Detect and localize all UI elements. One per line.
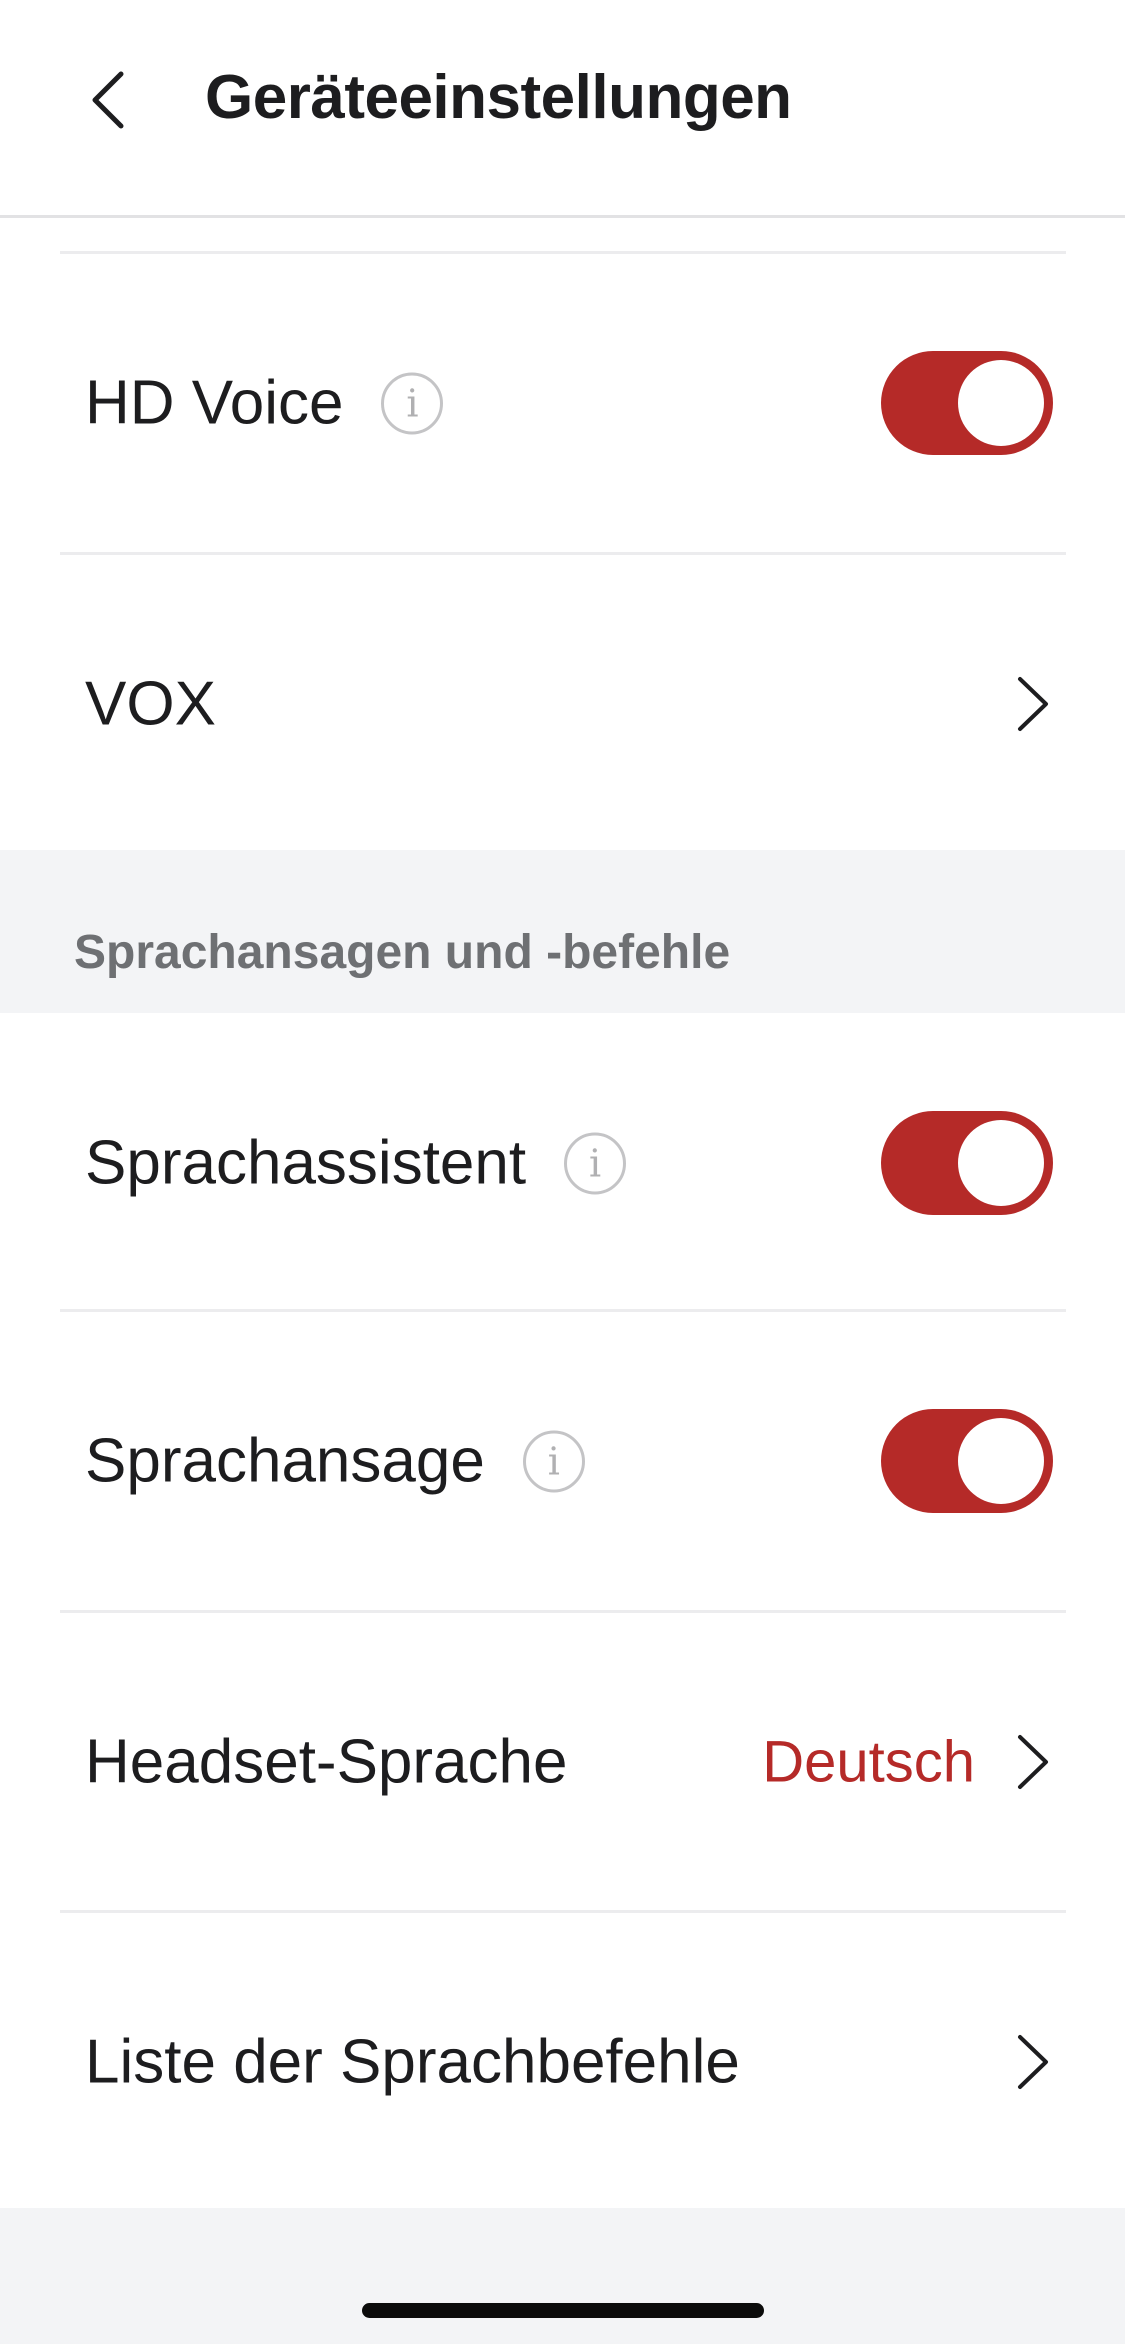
sprachbefehle-chevron	[1013, 2032, 1053, 2092]
chevron-right-icon	[1018, 1735, 1048, 1789]
sprachansage-toggle[interactable]	[881, 1409, 1053, 1513]
setting-label-sprachassistent: Sprachassistent i	[85, 1128, 627, 1199]
setting-row-sprachbefehle[interactable]: Liste der Sprachbefehle	[0, 1912, 1125, 2212]
headset-sprache-value: Deutsch	[762, 1729, 975, 1795]
setting-row-hd-voice: HD Voice i	[0, 253, 1125, 553]
sprachassistent-label: Sprachassistent	[85, 1128, 527, 1198]
chevron-right-icon	[1018, 677, 1048, 731]
settings-section-voice: Sprachassistent i Sprachansage i Headset…	[0, 1013, 1125, 2208]
home-indicator[interactable]	[362, 2303, 764, 2318]
info-icon[interactable]: i	[522, 1430, 585, 1492]
back-button[interactable]	[74, 60, 144, 140]
toggle-knob	[958, 1120, 1044, 1206]
vox-label: VOX	[85, 669, 216, 739]
info-icon[interactable]: i	[564, 1132, 627, 1194]
hd-voice-label: HD Voice	[85, 368, 344, 438]
settings-section-top: HD Voice i VOX	[0, 218, 1125, 850]
setting-label-vox: VOX	[85, 669, 216, 740]
setting-row-sprachassistent: Sprachassistent i	[0, 1013, 1125, 1313]
section-header-voice: Sprachansagen und -befehle	[74, 926, 731, 979]
sprachbefehle-label: Liste der Sprachbefehle	[85, 2027, 740, 2097]
chevron-left-icon	[92, 71, 124, 129]
setting-row-headset-sprache[interactable]: Headset-Sprache Deutsch	[0, 1612, 1125, 1912]
setting-row-sprachansage: Sprachansage i	[0, 1311, 1125, 1611]
headset-sprache-label: Headset-Sprache	[85, 1727, 568, 1797]
headset-sprache-chevron	[1013, 1732, 1053, 1792]
setting-label-sprachbefehle: Liste der Sprachbefehle	[85, 2027, 740, 2098]
page-title: Geräteeinstellungen	[205, 63, 792, 132]
chevron-right-icon	[1018, 2035, 1048, 2089]
setting-row-vox[interactable]: VOX	[0, 554, 1125, 854]
setting-label-headset-sprache: Headset-Sprache	[85, 1727, 568, 1798]
sprachansage-label: Sprachansage	[85, 1426, 485, 1496]
nav-header: Geräteeinstellungen	[0, 0, 1125, 218]
sprachassistent-toggle[interactable]	[881, 1111, 1053, 1215]
hd-voice-toggle[interactable]	[881, 351, 1053, 455]
toggle-knob	[958, 1418, 1044, 1504]
vox-chevron	[1013, 674, 1053, 734]
setting-label-hd-voice: HD Voice i	[85, 368, 444, 439]
setting-label-sprachansage: Sprachansage i	[85, 1426, 585, 1497]
toggle-knob	[958, 360, 1044, 446]
info-icon[interactable]: i	[381, 372, 444, 434]
